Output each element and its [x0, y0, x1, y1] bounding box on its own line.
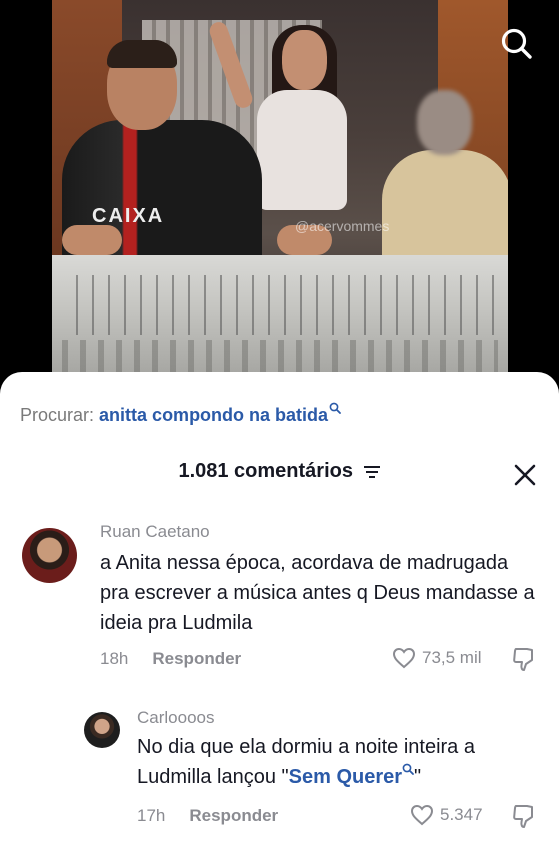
- comments-sheet: Procurar: anitta compondo na batida 1.08…: [0, 372, 559, 848]
- video-frame: CAIXA @acervommes: [52, 0, 508, 390]
- comment-meta: 18h Responder: [100, 649, 241, 669]
- comment-author[interactable]: Carloooos: [137, 708, 215, 728]
- video-player[interactable]: CAIXA @acervommes: [0, 0, 559, 400]
- close-icon: [514, 464, 536, 486]
- sort-filter-icon[interactable]: [363, 465, 381, 479]
- comment-time: 18h: [100, 649, 129, 668]
- hands: [52, 225, 508, 265]
- reply-button[interactable]: Responder: [152, 649, 241, 668]
- search-icon: [402, 763, 414, 776]
- search-icon: [501, 28, 532, 59]
- comment: Ruan Caetano a Anita nessa época, acorda…: [0, 512, 559, 682]
- like-button[interactable]: 5.347: [410, 804, 483, 826]
- comment-author[interactable]: Ruan Caetano: [100, 522, 210, 542]
- comment-time: 17h: [137, 806, 166, 825]
- comments-count: 1.081 comentários: [178, 460, 353, 482]
- comments-header: 1.081 comentários: [0, 460, 559, 490]
- dislike-button[interactable]: [512, 646, 538, 672]
- comment-text: a Anita nessa época, acordava de madruga…: [100, 552, 535, 634]
- like-button[interactable]: 73,5 mil: [392, 647, 482, 669]
- close-button[interactable]: [512, 462, 538, 488]
- avatar[interactable]: [22, 528, 77, 583]
- comment-text-part: ": [414, 766, 422, 788]
- search-button[interactable]: [495, 22, 539, 66]
- heart-icon: [410, 804, 434, 826]
- video-watermark: @acervommes: [295, 218, 390, 234]
- thumbs-down-icon: [513, 805, 533, 828]
- comment-meta: 17h Responder: [137, 806, 278, 826]
- search-icon: [329, 402, 341, 414]
- song-search-link[interactable]: Sem Querer: [289, 766, 402, 788]
- thumbs-down-icon: [513, 648, 533, 671]
- like-count: 5.347: [440, 805, 483, 824]
- mixing-console: [52, 255, 508, 390]
- heart-icon: [392, 647, 416, 669]
- comment-reply: Carloooos No dia que ela dormiu a noite …: [0, 702, 559, 842]
- reply-button[interactable]: Responder: [189, 806, 278, 825]
- search-suggestion-prefix: Procurar:: [20, 405, 95, 425]
- dislike-button[interactable]: [512, 803, 538, 829]
- like-count: 73,5 mil: [422, 648, 482, 667]
- search-suggestion-term[interactable]: anitta compondo na batida: [99, 405, 328, 425]
- comment-text: No dia que ela dormiu a noite inteira a …: [137, 732, 547, 792]
- search-suggestion[interactable]: Procurar: anitta compondo na batida: [20, 402, 341, 426]
- avatar[interactable]: [84, 712, 120, 748]
